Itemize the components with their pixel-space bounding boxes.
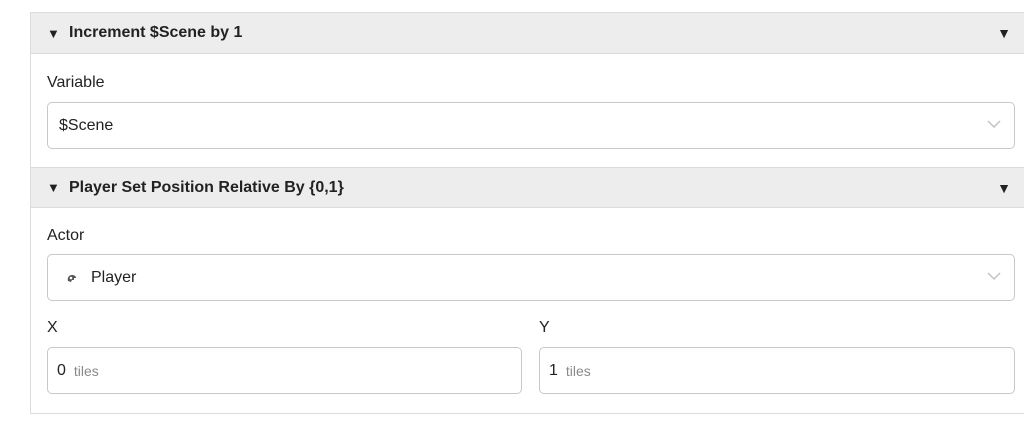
collapse-caret-icon[interactable]: ▼: [47, 180, 63, 195]
x-label: X: [47, 319, 58, 336]
event-menu-icon[interactable]: ▼: [997, 13, 1011, 53]
event-header-increment[interactable]: ▼ Increment $Scene by 1 ▼: [31, 13, 1024, 54]
actor-select[interactable]: Player: [47, 254, 1015, 301]
actor-label: Actor: [47, 227, 85, 244]
y-label: Y: [539, 319, 550, 336]
chevron-down-icon: [987, 269, 1001, 283]
y-input[interactable]: 1 tiles: [539, 347, 1015, 394]
y-value: 1: [549, 361, 558, 379]
collapse-caret-icon[interactable]: ▼: [47, 26, 63, 41]
x-value: 0: [57, 361, 66, 379]
variable-select-value: $Scene: [59, 116, 114, 134]
actor-sprite-icon: [65, 271, 79, 285]
event-title: Increment $Scene by 1: [69, 24, 243, 41]
x-input[interactable]: 0 tiles: [47, 347, 522, 394]
script-event-panel: ▼ Increment $Scene by 1 ▼ Variable $Scen…: [30, 12, 1024, 414]
y-unit: tiles: [565, 362, 591, 379]
event-title: Player Set Position Relative By {0,1}: [69, 178, 344, 196]
event-header-set-position[interactable]: ▼ Player Set Position Relative By {0,1} …: [31, 167, 1024, 208]
event-menu-icon[interactable]: ▼: [997, 168, 1011, 207]
x-unit: tiles: [73, 362, 99, 379]
variable-label: Variable: [47, 74, 105, 91]
chevron-down-icon: [987, 117, 1001, 131]
variable-select[interactable]: $Scene: [47, 102, 1015, 149]
actor-select-value: Player: [91, 268, 137, 286]
